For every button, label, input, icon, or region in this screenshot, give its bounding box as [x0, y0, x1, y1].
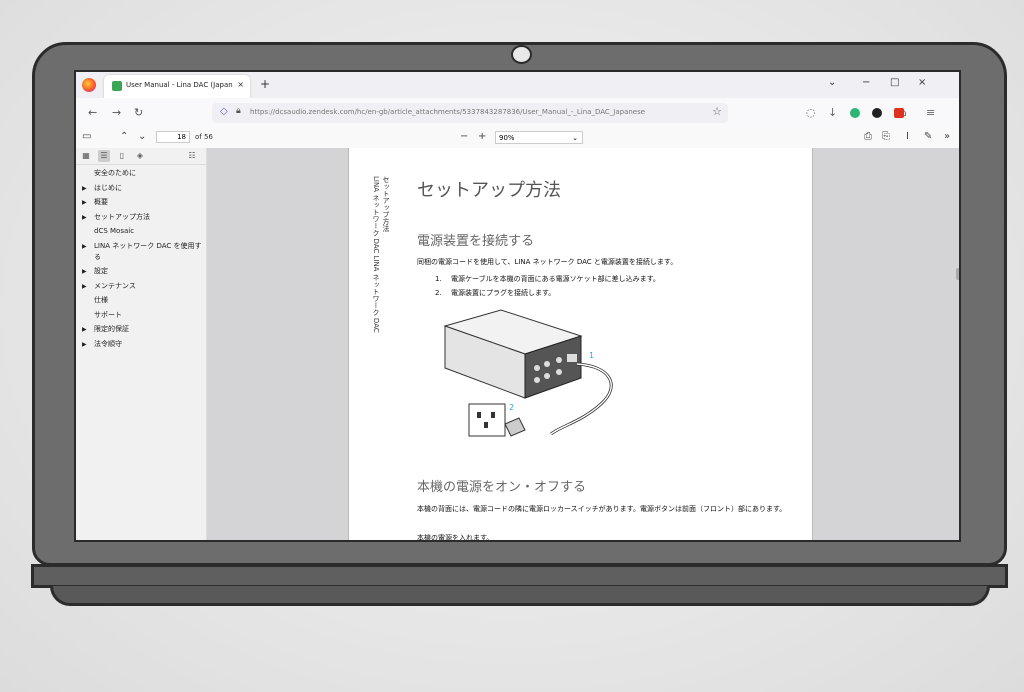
page-count: of 56: [195, 133, 213, 141]
outline-item[interactable]: ▶ 限定的保証: [82, 324, 202, 335]
list-item: 2. 電源装置にプラグを接続します。: [435, 289, 556, 297]
pocket-icon[interactable]: ◌: [806, 106, 816, 119]
laptop-keyboard-edge: [50, 586, 990, 606]
outline-item[interactable]: 安全のために: [82, 168, 202, 179]
running-header-product: LINA ネットワーク DAC LINA ネットワーク DAC: [372, 176, 380, 333]
thumbnails-icon[interactable]: ▦: [80, 150, 92, 162]
list-all-tabs-icon[interactable]: ⌄: [828, 77, 836, 88]
dac-unit-drawing: [443, 309, 583, 399]
outline-item[interactable]: ▶ メンテナンス: [82, 281, 202, 292]
active-tab[interactable]: User Manual - Lina DAC (Japan ×: [104, 75, 250, 98]
pdf-viewer[interactable]: セットアップ方法 LINA ネットワーク DAC LINA ネットワーク DAC…: [207, 148, 959, 542]
sidebar-toolbar: ▦ ☰ ▯ ◈ ☷: [76, 148, 206, 165]
new-tab-button[interactable]: +: [260, 77, 270, 91]
outline-item[interactable]: ▶ 概要: [82, 197, 202, 208]
zoom-select[interactable]: 90% ⌄: [495, 131, 583, 144]
tab-bar: User Manual - Lina DAC (Japan × + ⌄ − □ …: [76, 72, 959, 98]
section-2-text: 本機の背面には、電源コードの隣に電源ロッカースイッチがあります。電源ボタンは前面…: [417, 505, 787, 513]
draw-tool-icon[interactable]: ✎: [924, 131, 932, 142]
caret-right-icon[interactable]: ▶: [82, 212, 87, 223]
wall-socket-drawing: [468, 403, 526, 437]
extension-red-icon[interactable]: [894, 108, 904, 118]
tab-title: User Manual - Lina DAC (Japan: [126, 81, 233, 89]
page-number-input[interactable]: 18: [156, 131, 190, 143]
tracking-protection-icon[interactable]: ◇: [220, 106, 228, 117]
previous-page-icon[interactable]: ⌃: [120, 131, 128, 142]
steps-list: 1. 電源ケーブルを本機の背面にある電源ソケット部に差し込みます。 2. 電源装置に…: [435, 272, 660, 300]
zoom-value: 90%: [499, 134, 515, 142]
maximize-button[interactable]: □: [890, 77, 899, 88]
bookmark-star-icon[interactable]: ☆: [712, 105, 722, 118]
callout-2: 2: [509, 403, 514, 412]
callout-1: 1: [589, 351, 594, 360]
text-tool-icon[interactable]: I: [906, 131, 909, 142]
layers-icon[interactable]: ◈: [134, 150, 146, 162]
laptop-base: [31, 564, 1008, 588]
download-icon[interactable]: ↓: [828, 106, 837, 119]
section-intro: 同梱の電源コードを使用して、LINA ネットワーク DAC と電源装置を接続しま…: [417, 258, 678, 266]
outline-item[interactable]: ▶ はじめに: [82, 183, 202, 194]
forward-icon[interactable]: →: [112, 106, 121, 119]
outline-item[interactable]: ▶ セットアップ方法: [82, 212, 202, 223]
webcam-icon: [511, 45, 532, 64]
caret-right-icon[interactable]: ▶: [82, 339, 87, 350]
zoom-out-button[interactable]: −: [460, 131, 468, 142]
outline-item[interactable]: 仕様: [82, 295, 202, 306]
list-item: 1. 電源ケーブルを本機の背面にある電源ソケット部に差し込みます。: [435, 275, 660, 283]
url-text[interactable]: https://dcsaudio.zendesk.com/hc/en-gb/ar…: [250, 108, 700, 116]
minimize-button[interactable]: −: [862, 77, 870, 88]
pdf-sidebar: ▦ ☰ ▯ ◈ ☷ 安全のために ▶ はじめに ▶ 概要 ▶ セットアップ方法 dCS…: [76, 148, 207, 540]
print-icon[interactable]: ⎙: [864, 131, 872, 142]
menu-icon[interactable]: ≡: [926, 106, 935, 119]
power-connection-illustration: 1 2: [443, 309, 613, 437]
tab-close-icon[interactable]: ×: [237, 80, 244, 89]
extension-dark-icon[interactable]: [872, 108, 882, 118]
caret-right-icon[interactable]: ▶: [82, 183, 87, 194]
firefox-menu-icon[interactable]: [82, 78, 96, 92]
outline-item[interactable]: ▶ 設定: [82, 266, 202, 277]
save-icon[interactable]: ⎘: [882, 131, 890, 142]
laptop-screen: User Manual - Lina DAC (Japan × + ⌄ − □ …: [74, 70, 961, 542]
caret-right-icon[interactable]: ▶: [82, 324, 87, 335]
more-tools-icon[interactable]: »: [944, 131, 950, 142]
lock-icon[interactable]: 🔒︎: [236, 106, 241, 116]
attachments-icon[interactable]: ▯: [116, 150, 128, 162]
caret-right-icon[interactable]: ▶: [82, 266, 87, 277]
extension-green-icon[interactable]: [850, 108, 860, 118]
outline-item[interactable]: サポート: [82, 310, 202, 321]
caret-right-icon[interactable]: ▶: [82, 241, 87, 252]
outline-item[interactable]: dCS Mosaic: [82, 226, 202, 237]
section-heading: 電源装置を接続する: [417, 234, 535, 249]
pdf-toolbar: ▭ ⌃ ⌄ 18 of 56 − + 90% ⌄ ⎙ ⎘ I ✎ »: [76, 128, 959, 149]
zendesk-favicon-icon: [112, 81, 122, 91]
section-heading-2: 本機の電源をオン・オフする: [417, 480, 587, 495]
pdf-page: セットアップ方法 LINA ネットワーク DAC LINA ネットワーク DAC…: [348, 148, 813, 542]
scrollbar-thumb[interactable]: [956, 268, 959, 280]
page-title: セットアップ方法: [417, 180, 561, 201]
section-2-text-2: 本機の電源を入れます。: [417, 534, 494, 542]
running-header: セットアップ方法 LINA ネットワーク DAC LINA ネットワーク DAC: [371, 176, 393, 406]
close-window-button[interactable]: ×: [918, 77, 926, 88]
reload-icon[interactable]: ↻: [134, 106, 143, 119]
document-outline: 安全のために ▶ はじめに ▶ 概要 ▶ セットアップ方法 dCS Mosaic ▶ L…: [82, 168, 202, 353]
sidebar-toggle-icon[interactable]: ▭: [82, 131, 91, 142]
outline-expand-icon[interactable]: ☷: [186, 150, 198, 162]
outline-item[interactable]: ▶ 法令順守: [82, 339, 202, 350]
running-header-section: セットアップ方法: [382, 176, 390, 232]
back-icon[interactable]: ←: [88, 106, 97, 119]
address-bar[interactable]: ◇ 🔒︎ https://dcsaudio.zendesk.com/hc/en-…: [212, 103, 728, 123]
caret-right-icon[interactable]: ▶: [82, 281, 87, 292]
zoom-in-button[interactable]: +: [478, 131, 486, 142]
outline-item[interactable]: ▶ LINA ネットワーク DAC を使用する: [82, 241, 202, 263]
caret-right-icon[interactable]: ▶: [82, 197, 87, 208]
outline-icon[interactable]: ☰: [98, 150, 110, 162]
chevron-down-icon: ⌄: [572, 134, 578, 142]
navigation-bar: ← → ↻ ◇ 🔒︎ https://dcsaudio.zendesk.com/…: [76, 98, 959, 129]
next-page-icon[interactable]: ⌄: [138, 131, 146, 142]
